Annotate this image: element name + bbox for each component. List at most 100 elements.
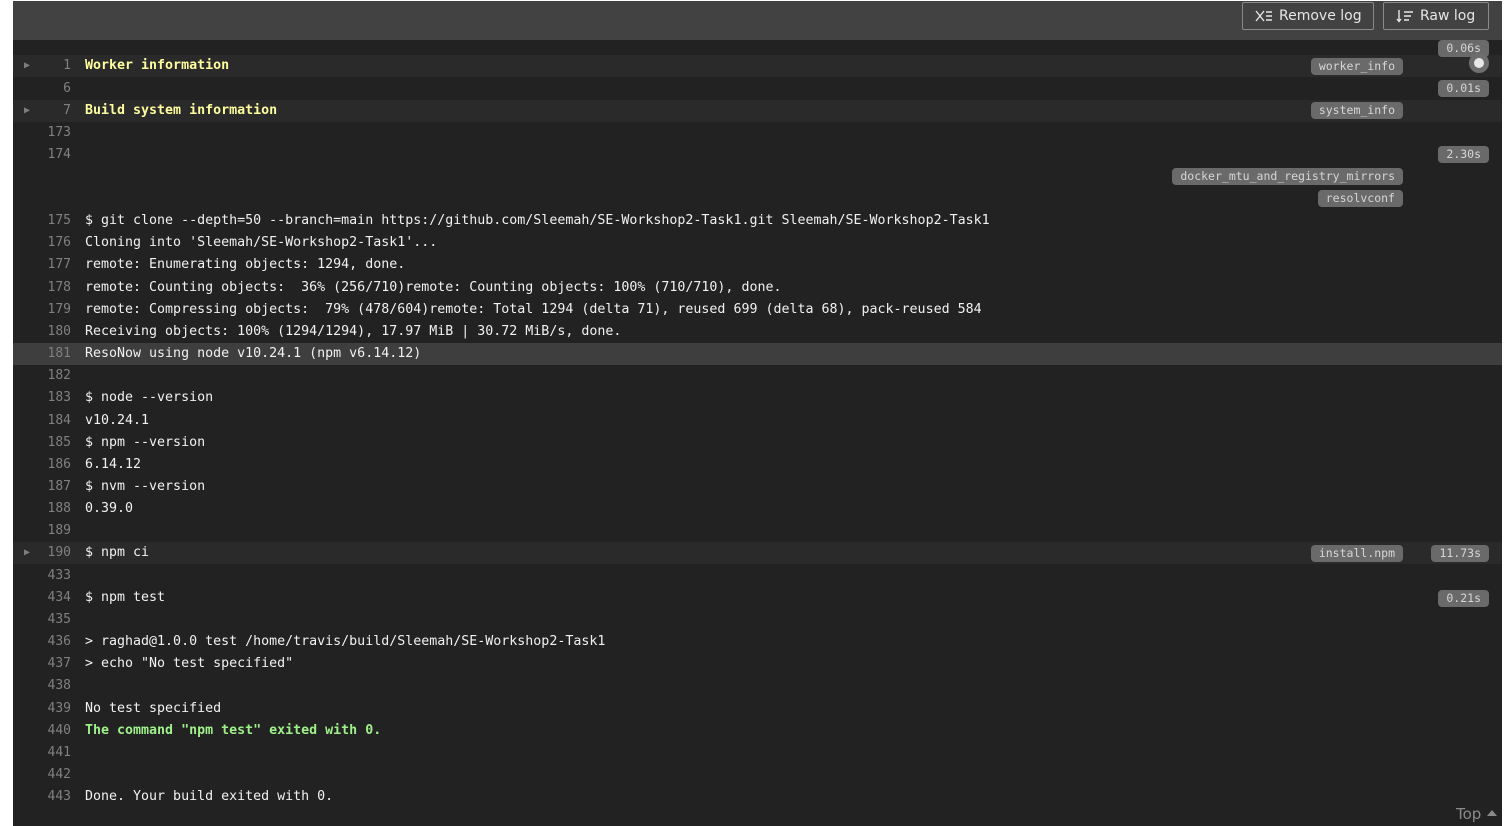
line-number[interactable]: 435 [33, 609, 71, 631]
line-number[interactable]: 188 [33, 498, 71, 520]
log-line: 435 [13, 609, 1502, 631]
log-line: 437 > echo "No test specified" [13, 653, 1502, 675]
log-line: 436 > raghad@1.0.0 test /home/travis/buil… [13, 631, 1502, 653]
line-number[interactable]: 436 [33, 631, 71, 653]
line-number[interactable]: 178 [33, 277, 71, 299]
line-number[interactable]: 182 [33, 365, 71, 387]
line-text: $ npm ci [85, 545, 150, 560]
log-line: 185 $ npm --version [13, 432, 1502, 454]
log-line: 433 [13, 565, 1502, 587]
line-text: Worker information [85, 58, 230, 73]
log-line: 176 Cloning into 'Sleemah/SE-Workshop2-Ta… [13, 232, 1502, 254]
line-text: $ node --version [85, 390, 214, 405]
log-line: 183 $ node --version [13, 387, 1502, 409]
line-number[interactable]: 175 [33, 210, 71, 232]
caret-up-icon [1487, 810, 1498, 816]
line-number[interactable]: 437 [33, 653, 71, 675]
fold-tag-badge: install.npm [1310, 545, 1403, 562]
line-number[interactable]: 443 [33, 786, 71, 808]
line-number[interactable]: 433 [33, 565, 71, 587]
line-text: $ nvm --version [85, 479, 206, 494]
line-text: Receiving objects: 100% (1294/1294), 17.… [85, 324, 622, 339]
fold-arrow-icon[interactable]: ▶ [24, 100, 30, 122]
raw-log-button[interactable]: Raw log [1383, 2, 1489, 30]
line-text: The command "npm test" exited with 0. [85, 723, 382, 738]
line-text: No test specified [85, 701, 222, 716]
line-text: 0.39.0 [85, 501, 134, 516]
line-number[interactable]: 441 [33, 742, 71, 764]
log-line: 179 remote: Compressing objects: 79% (478… [13, 299, 1502, 321]
line-text: 6.14.12 [85, 457, 142, 472]
line-number[interactable]: 6 [33, 78, 71, 100]
scroll-position-handle[interactable] [1469, 53, 1489, 73]
log-fold-line[interactable]: ▶ 190 $ npm ci [13, 542, 1502, 564]
fold-tag-badge: system_info [1310, 102, 1403, 119]
duration-badge: 2.30s [1438, 146, 1489, 163]
log-line: 184 v10.24.1 [13, 410, 1502, 432]
line-number[interactable]: 434 [33, 587, 71, 609]
line-text: ResoNow using node v10.24.1 (npm v6.14.1… [85, 346, 422, 361]
log-line: 186 6.14.12 [13, 454, 1502, 476]
fold-tag-badge: worker_info [1310, 58, 1403, 75]
raw-log-icon [1396, 10, 1413, 23]
fold-tag-badge: docker_mtu_and_registry_mirrors [1172, 168, 1403, 185]
line-number[interactable]: 438 [33, 675, 71, 697]
line-text: $ npm --version [85, 435, 206, 450]
log-fold-line[interactable]: ▶ 7 Build system information [13, 100, 1502, 122]
log-line: 434 $ npm test [13, 587, 1502, 609]
line-number[interactable]: 177 [33, 254, 71, 276]
line-text: $ npm test [85, 590, 166, 605]
line-number[interactable]: 442 [33, 764, 71, 786]
fold-arrow-icon[interactable]: ▶ [24, 542, 30, 564]
line-text: Done. Your build exited with 0. [85, 789, 334, 804]
log-line: 439 No test specified [13, 698, 1502, 720]
line-text: remote: Counting objects: 36% (256/710)r… [85, 280, 782, 295]
log-line: 189 [13, 520, 1502, 542]
line-number[interactable]: 189 [33, 520, 71, 542]
line-text: remote: Compressing objects: 79% (478/60… [85, 302, 982, 317]
line-number[interactable]: 176 [33, 232, 71, 254]
log-line: 187 $ nvm --version [13, 476, 1502, 498]
duration-badge: 11.73s [1431, 545, 1489, 562]
line-number[interactable]: 180 [33, 321, 71, 343]
log-line: 173 [13, 122, 1502, 144]
line-number[interactable]: 1 [33, 55, 71, 77]
log-line: 443 Done. Your build exited with 0. [13, 786, 1502, 808]
line-text: remote: Enumerating objects: 1294, done. [85, 257, 406, 272]
line-number[interactable]: 190 [33, 542, 71, 564]
line-number[interactable]: 181 [33, 343, 71, 365]
line-text: Cloning into 'Sleemah/SE-Workshop2-Task1… [85, 235, 438, 250]
raw-log-label: Raw log [1420, 8, 1476, 24]
log-line: 177 remote: Enumerating objects: 1294, do… [13, 254, 1502, 276]
remove-log-label: Remove log [1279, 8, 1362, 24]
line-number[interactable]: 440 [33, 720, 71, 742]
log-toolbar: Remove log Raw log [13, 1, 1502, 40]
log-line: 181 ResoNow using node v10.24.1 (npm v6.1… [13, 343, 1502, 365]
line-number[interactable]: 184 [33, 410, 71, 432]
log-line: 174 [13, 144, 1502, 166]
log-line: 182 [13, 365, 1502, 387]
line-number[interactable]: 185 [33, 432, 71, 454]
log-fold-line[interactable]: ▶ 1 Worker information [13, 55, 1502, 77]
log-line: 442 [13, 764, 1502, 786]
fold-arrow-icon[interactable]: ▶ [24, 55, 30, 77]
line-number[interactable]: 187 [33, 476, 71, 498]
line-number[interactable]: 183 [33, 387, 71, 409]
log-line: 188 0.39.0 [13, 498, 1502, 520]
line-number[interactable]: 179 [33, 299, 71, 321]
line-text: v10.24.1 [85, 413, 150, 428]
remove-log-icon [1255, 10, 1272, 22]
back-to-top-link[interactable]: Top [1456, 805, 1498, 823]
line-number[interactable]: 186 [33, 454, 71, 476]
line-number[interactable]: 7 [33, 100, 71, 122]
line-number[interactable]: 174 [33, 144, 71, 166]
line-text: Build system information [85, 103, 278, 118]
log-line: 178 remote: Counting objects: 36% (256/71… [13, 277, 1502, 299]
build-log-panel: Remove log Raw log ▶ 1 Worker information 6… [13, 1, 1502, 826]
line-text: > raghad@1.0.0 test /home/travis/build/S… [85, 634, 606, 649]
remove-log-button[interactable]: Remove log [1242, 2, 1374, 30]
fold-tag-badge: resolvconf [1317, 190, 1403, 207]
line-number[interactable]: 173 [33, 122, 71, 144]
line-number[interactable]: 439 [33, 698, 71, 720]
log-line: 441 [13, 742, 1502, 764]
